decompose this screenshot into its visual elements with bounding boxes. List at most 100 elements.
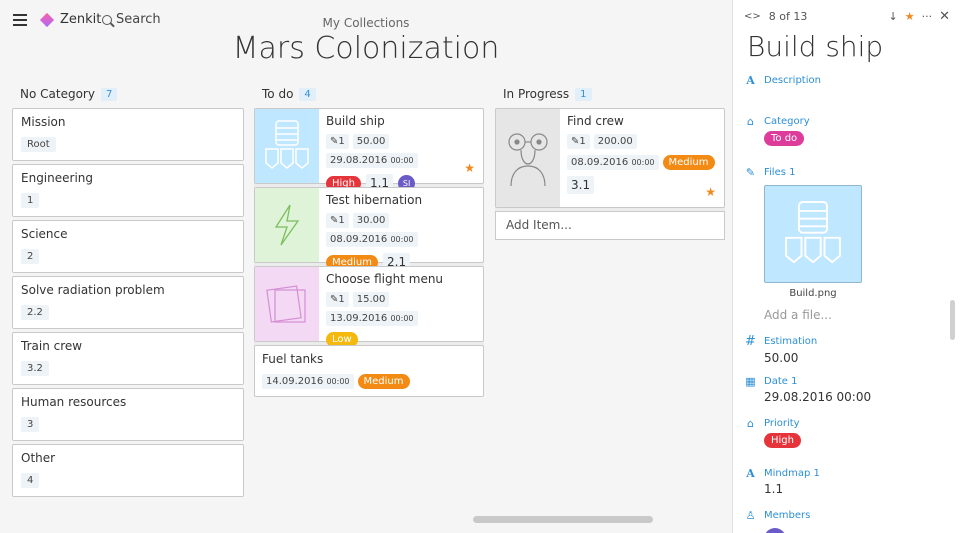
card-title: Find crew <box>567 114 624 128</box>
field-label: Files 1 <box>764 167 796 178</box>
estimation-field[interactable]: # Estimation 50.00 <box>745 334 945 365</box>
card-title: Human resources <box>21 395 127 409</box>
card-title: Choose flight menu <box>326 272 444 286</box>
arrow-down-icon[interactable]: ↓ <box>889 10 898 23</box>
menu-thumbnail <box>255 267 319 341</box>
priority-field[interactable]: ⌂ Priority High <box>745 417 945 448</box>
tag-icon: ⌂ <box>747 115 754 128</box>
card[interactable]: Find crew ✎1 200.00 08.09.2016 00:00 Med… <box>495 108 725 208</box>
card[interactable]: Science 2 <box>12 220 244 273</box>
close-icon[interactable]: ✕ <box>939 9 950 24</box>
field-label: Priority <box>764 418 800 429</box>
column-body: Build ship ✎1 50.00 29.08.2016 00:00 Hig… <box>254 108 484 397</box>
card-title: Engineering <box>21 171 93 185</box>
estimate: 50.00 <box>352 134 390 149</box>
card[interactable]: Other 4 <box>12 444 244 497</box>
card[interactable]: Engineering 1 <box>12 164 244 217</box>
file-name[interactable]: Build.png <box>764 288 862 299</box>
vertical-scrollbar[interactable] <box>950 300 955 340</box>
add-file-input[interactable]: Add a file... <box>764 308 945 322</box>
collections-link[interactable]: My Collections <box>0 16 732 30</box>
avatar[interactable] <box>764 528 786 533</box>
ship-thumbnail <box>255 109 319 183</box>
attachment-count: ✎1 <box>326 134 349 149</box>
card-title: Test hibernation <box>326 193 423 207</box>
date-value: 29.08.2016 00:00 <box>764 390 872 404</box>
mindmap-chip: 2 <box>21 249 40 264</box>
add-item-button[interactable]: Add Item... <box>495 211 725 240</box>
column-in-progress: In Progress 1 Find crew ✎1 200.00 08.09.… <box>495 84 725 240</box>
description-field[interactable]: A Description <box>745 74 945 87</box>
calendar-icon: ▦ <box>745 375 756 388</box>
field-label: Description <box>764 75 821 86</box>
field-label: Estimation <box>764 336 818 347</box>
mindmap-field[interactable]: A Mindmap 1 1.1 <box>745 467 945 496</box>
column-header: No Category 7 <box>12 84 244 104</box>
mindmap-value: 1.1 <box>764 482 784 496</box>
detail-panel: <> 8 of 13 ↓ ★ ··· ✕ Build ship A Descrip… <box>732 0 960 533</box>
text-icon: A <box>746 74 755 87</box>
item-title[interactable]: Build ship <box>747 30 883 63</box>
due-date: 08.09.2016 <box>571 157 629 168</box>
tag-icon: ⌂ <box>747 417 754 430</box>
card[interactable]: Train crew 3.2 <box>12 332 244 385</box>
card[interactable]: Build ship ✎1 50.00 29.08.2016 00:00 Hig… <box>254 108 484 192</box>
card-title: Solve radiation problem <box>21 283 165 297</box>
field-label: Mindmap 1 <box>764 468 820 479</box>
lightning-thumbnail <box>255 188 319 262</box>
alien-thumbnail <box>496 109 560 207</box>
column-title: To do <box>262 87 294 101</box>
due-time: 00:00 <box>390 314 414 323</box>
card[interactable]: Mission Root <box>12 108 244 161</box>
column-count: 7 <box>100 87 118 101</box>
more-icon[interactable]: ··· <box>922 10 933 23</box>
estimation-value: 50.00 <box>764 351 799 365</box>
column-title: In Progress <box>503 87 570 101</box>
panel-toolbar: <> 8 of 13 ↓ ★ ··· ✕ <box>744 9 950 24</box>
item-position: 8 of 13 <box>768 10 808 23</box>
attachment-count: ✎1 <box>326 213 349 228</box>
code-nav-icon[interactable]: <> <box>744 11 761 22</box>
board-title: Mars Colonization <box>232 31 500 66</box>
star-icon[interactable]: ★ <box>464 161 475 175</box>
due-time: 00:00 <box>631 158 655 167</box>
mindmap-chip: 1 <box>21 193 40 208</box>
estimate: 15.00 <box>352 292 390 307</box>
date-field[interactable]: ▦ Date 1 29.08.2016 00:00 <box>745 375 945 404</box>
horizontal-scrollbar[interactable] <box>473 516 653 523</box>
due-date: 14.09.2016 <box>266 376 324 387</box>
priority-pill[interactable]: High <box>764 433 801 448</box>
mindmap-chip: 3 <box>21 417 40 432</box>
column-body: Mission Root Engineering 1 Science 2 Solve … <box>12 108 244 497</box>
file-preview[interactable] <box>764 185 862 283</box>
card-title: Mission <box>21 115 66 129</box>
card-title: Train crew <box>21 339 83 353</box>
due-date: 08.09.2016 <box>330 234 388 245</box>
card[interactable]: Test hibernation ✎1 30.00 08.09.2016 00:… <box>254 187 484 271</box>
attachment-count: ✎1 <box>567 134 590 149</box>
card[interactable]: Human resources 3 <box>12 388 244 441</box>
due-time: 00:00 <box>326 377 350 386</box>
mindmap-chip: 4 <box>21 473 40 488</box>
card[interactable]: Fuel tanks 14.09.2016 00:00 Medium <box>254 345 484 397</box>
paperclip-icon: ✎ <box>745 166 756 179</box>
mindmap-chip: Root <box>21 137 56 152</box>
card-title: Fuel tanks <box>262 352 324 366</box>
star-icon[interactable]: ★ <box>905 10 915 23</box>
due-date: 13.09.2016 <box>330 313 388 324</box>
card-title: Other <box>21 451 56 465</box>
card[interactable]: Choose flight menu ✎1 15.00 13.09.2016 0… <box>254 266 484 347</box>
field-label: Members <box>764 510 811 521</box>
card[interactable]: Solve radiation problem 2.2 <box>12 276 244 329</box>
column-no-category: No Category 7 Mission Root Engineering 1 S… <box>12 84 244 500</box>
card-title: Science <box>21 227 68 241</box>
text-icon: A <box>746 467 755 480</box>
category-pill[interactable]: To do <box>764 131 805 146</box>
mindmap-chip: 2.2 <box>21 305 49 320</box>
due-time: 00:00 <box>390 156 414 165</box>
star-icon[interactable]: ★ <box>705 185 716 199</box>
mindmap-chip: 3.2 <box>21 361 49 376</box>
category-field[interactable]: ⌂ Category To do <box>745 115 945 146</box>
hash-icon: # <box>745 334 756 349</box>
members-field[interactable]: ♙ Members <box>745 509 945 533</box>
